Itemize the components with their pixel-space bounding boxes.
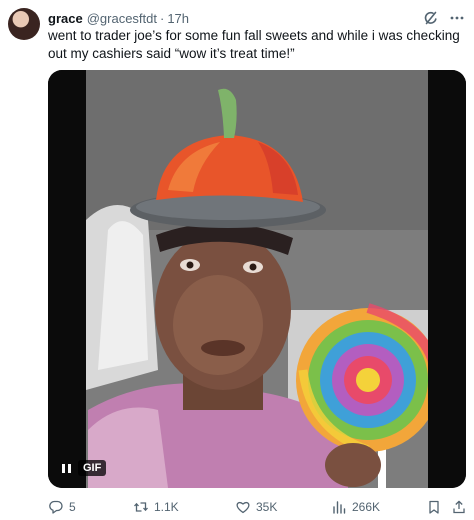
action-bar: 5 1.1K 35K 266K (48, 497, 466, 517)
like-count: 35K (256, 500, 278, 514)
more-icon[interactable] (448, 9, 466, 27)
views-button[interactable]: 266K (331, 499, 380, 515)
tweet-timestamp[interactable]: 17h (167, 11, 189, 26)
views-icon (333, 501, 346, 514)
retweet-count: 1.1K (154, 500, 179, 514)
grok-icon[interactable] (422, 9, 440, 27)
tweet-text: went to trader joe’s for some fun fall s… (48, 28, 460, 61)
retweet-button[interactable]: 1.1K (133, 499, 179, 515)
separator-dot: · (159, 10, 165, 26)
tweet-media-gif[interactable]: GIF (48, 70, 466, 488)
reply-count: 5 (69, 500, 76, 514)
retweet-icon (134, 502, 148, 512)
pause-icon[interactable] (58, 460, 74, 476)
avatar[interactable] (8, 8, 40, 40)
gif-badge: GIF (78, 460, 107, 476)
author-display-name[interactable]: grace (48, 11, 83, 26)
bookmark-button[interactable] (426, 499, 442, 515)
reply-button[interactable]: 5 (48, 499, 76, 515)
share-button[interactable] (451, 499, 467, 515)
author-handle[interactable]: @gracesftdt (87, 11, 157, 26)
view-count: 266K (352, 500, 381, 514)
gif-frame (48, 70, 466, 488)
like-button[interactable]: 35K (235, 499, 277, 515)
like-icon (236, 501, 250, 514)
reply-icon (49, 500, 63, 514)
gif-controls: GIF (58, 460, 107, 476)
tweet-header: grace @gracesftdt · 17h (48, 9, 466, 27)
share-icon (453, 500, 465, 514)
bookmark-icon (429, 500, 439, 514)
